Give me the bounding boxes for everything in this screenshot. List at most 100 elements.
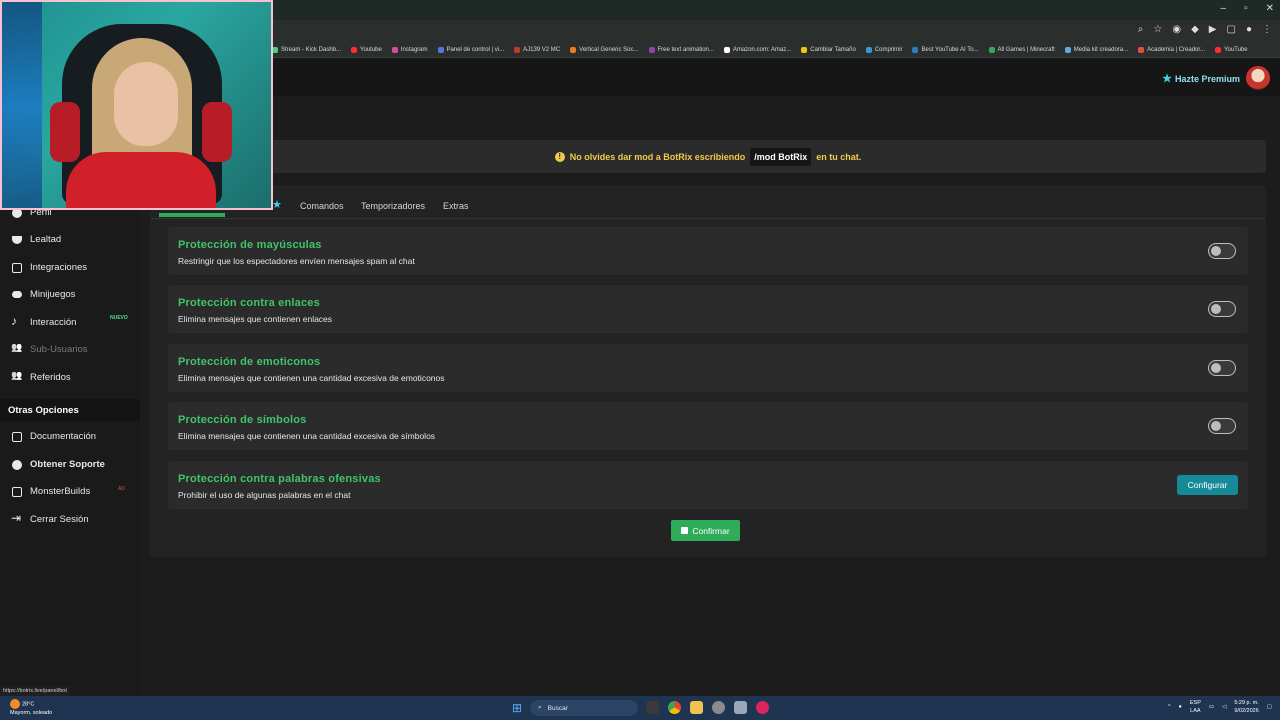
bookmark-favicon-icon	[570, 46, 577, 53]
protection-desc: Elimina mensajes que contienen una canti…	[178, 373, 445, 383]
bookmark-item[interactable]: AJ139 V2 MC	[514, 46, 560, 53]
bookmark-label: Academia | Creador...	[1147, 46, 1206, 53]
protection-desc: Elimina mensajes que contienen enlaces	[178, 314, 333, 324]
bookmark-item[interactable]: Youtube	[351, 46, 382, 53]
bookmark-item[interactable]: Academia | Creador...	[1138, 46, 1206, 53]
protection-panel: ★ Comandos Temporizadores Extras Protecc…	[150, 185, 1266, 557]
bookmark-label: Instagram	[400, 46, 428, 53]
language-indicator[interactable]: ESP LAA	[1190, 699, 1201, 715]
tab-active-indicator[interactable]	[159, 213, 225, 217]
bookmark-item[interactable]: Stream - Kick Dashb...	[272, 46, 342, 53]
bookmark-favicon-icon	[912, 46, 919, 53]
bookmark-item[interactable]: Vertical Generic Soc...	[570, 46, 639, 53]
extension-icon[interactable]: ◉	[1172, 24, 1181, 35]
configure-button[interactable]: Configurar	[1177, 475, 1238, 495]
music-icon	[11, 314, 22, 328]
clock[interactable]: 5:29 p. m. 9/02/2026	[1234, 699, 1258, 715]
sidebar-item-label: Cerrar Sesión	[30, 514, 89, 525]
bookmark-item[interactable]: Amazon.com: Amaz...	[723, 46, 792, 53]
protection-title: Protección contra palabras ofensivas	[178, 473, 381, 485]
bookmark-item[interactable]: YouTube	[1215, 46, 1248, 53]
bookmark-item[interactable]: Instagram	[391, 46, 428, 53]
sidebar-item-sub-usuarios[interactable]: Sub-Usuarios	[12, 344, 88, 355]
extension-icon[interactable]: ▢	[1227, 24, 1236, 35]
tiktok-icon[interactable]	[756, 701, 769, 714]
notification-icon[interactable]: ▢	[1267, 704, 1272, 710]
task-view-icon[interactable]	[646, 701, 659, 714]
bookmark-item[interactable]: Best YouTube AI To...	[912, 46, 979, 53]
obs-icon[interactable]	[712, 701, 725, 714]
bookmark-item[interactable]: Panel de control | vi...	[437, 46, 504, 53]
tab-temporizadores[interactable]: Temporizadores	[361, 201, 425, 211]
notice-text-after: en tu chat.	[816, 151, 862, 162]
lang-bottom: LAA	[1190, 708, 1201, 714]
bookmark-item[interactable]: Cambiar Tamaño	[801, 46, 856, 53]
bookmark-favicon-icon	[437, 46, 444, 53]
tab-comandos[interactable]: Comandos	[300, 201, 344, 211]
sidebar-item-label: Sub-Usuarios	[30, 344, 88, 355]
volume-icon[interactable]: ◁	[1222, 704, 1226, 710]
webcam-overlay	[0, 0, 273, 210]
sidebar-item-interaccion[interactable]: Interacción	[11, 314, 76, 329]
bookmark-item[interactable]: Comprimir	[865, 46, 903, 53]
windows-start-icon[interactable]: ⊞	[512, 702, 524, 714]
bookmark-favicon-icon	[988, 46, 995, 53]
bookmark-label: Free text animation...	[657, 46, 714, 53]
protection-row-emoticonos: Protección de emoticonos Elimina mensaje…	[168, 344, 1248, 392]
minimize-icon[interactable]: –	[1221, 3, 1227, 14]
sidebar-item-monsterbuilds[interactable]: MonsterBuilds	[12, 486, 90, 497]
maximize-icon[interactable]: ▫	[1244, 3, 1248, 14]
weather-widget[interactable]: 28°C Mayorm. soleado	[10, 699, 52, 717]
premium-label: Hazte Premium	[1174, 73, 1240, 84]
tab-bar: ★ Comandos Temporizadores Extras	[150, 185, 1266, 219]
sidebar-item-integraciones[interactable]: Integraciones	[12, 262, 87, 273]
tab-extras[interactable]: Extras	[443, 201, 469, 211]
extension-icon[interactable]: ◆	[1191, 24, 1199, 35]
protection-title: Protección de símbolos	[178, 414, 307, 426]
bookmark-label: Stream - Kick Dashb...	[281, 46, 342, 53]
users-icon	[12, 345, 22, 355]
mic-icon[interactable]: ●	[1179, 704, 1182, 710]
sidebar-item-soporte[interactable]: Obtener Soporte	[12, 459, 105, 470]
protection-toggle[interactable]	[1208, 301, 1236, 317]
menu-icon[interactable]: ⋮	[1262, 24, 1272, 35]
bookmark-label: Amazon.com: Amaz...	[732, 46, 792, 53]
chevron-up-icon[interactable]: ^	[1168, 704, 1171, 710]
bookmark-favicon-icon	[865, 46, 872, 53]
zoom-icon[interactable]: ⌕	[1138, 24, 1144, 35]
protection-toggle[interactable]	[1208, 243, 1236, 259]
chrome-icon[interactable]	[668, 701, 681, 714]
taskbar-search[interactable]: ⌕ Buscar	[530, 700, 638, 716]
file-explorer-icon[interactable]	[690, 701, 703, 714]
bookmark-favicon-icon	[1215, 46, 1222, 53]
protection-title: Protección contra enlaces	[178, 297, 320, 309]
protection-toggle[interactable]	[1208, 360, 1236, 376]
protection-toggle[interactable]	[1208, 418, 1236, 434]
webcam-person-shirt	[66, 152, 216, 208]
sidebar-item-documentacion[interactable]: Documentación	[12, 431, 96, 442]
protection-title: Protección de mayúsculas	[178, 239, 322, 251]
sidebar-item-minijuegos[interactable]: Minijuegos	[12, 289, 75, 300]
bookmark-item[interactable]: Free text animation...	[648, 46, 714, 53]
network-icon[interactable]: ▭	[1209, 704, 1214, 710]
confirm-button[interactable]: Confirmar	[671, 520, 740, 541]
clock-time: 5:29 p. m.	[1234, 700, 1259, 706]
sidebar-item-referidos[interactable]: Referidos	[12, 372, 71, 383]
bookmark-label: Comprimir	[874, 46, 903, 53]
app-icon[interactable]	[734, 701, 747, 714]
bookmark-label: All Games | Minecraft	[997, 46, 1055, 53]
browser-toolbar-icons: ⌕ ☆ ◉ ◆ ▶ ▢ ● ⋮	[1138, 24, 1272, 35]
toggle-knob	[1211, 420, 1221, 431]
save-icon	[681, 527, 689, 534]
sidebar-item-lealtad[interactable]: Lealtad	[12, 234, 61, 245]
sidebar-item-cerrar-sesion[interactable]: Cerrar Sesión	[11, 511, 89, 526]
close-icon[interactable]: ✕	[1266, 3, 1274, 14]
bookmark-item[interactable]: Media kit creadora...	[1064, 46, 1128, 53]
extension-icon[interactable]: ▶	[1209, 24, 1217, 35]
bookmark-star-icon[interactable]: ☆	[1153, 24, 1162, 35]
avatar[interactable]	[1246, 66, 1270, 90]
profile-icon[interactable]: ●	[1246, 24, 1252, 35]
integration-icon	[12, 262, 22, 273]
premium-link[interactable]: ★ Hazte Premium	[1162, 72, 1240, 85]
bookmark-item[interactable]: All Games | Minecraft	[988, 46, 1055, 53]
